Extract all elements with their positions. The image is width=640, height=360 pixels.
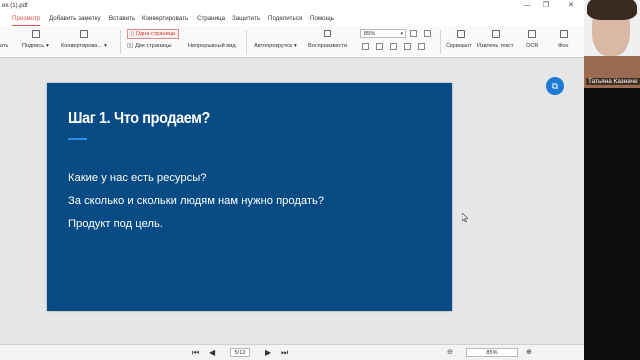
menu-page[interactable]: Страница	[197, 12, 225, 26]
chevron-down-icon: ▾	[400, 31, 403, 37]
slide-text-line: Какие у нас есть ресурсы?	[68, 172, 207, 184]
menu-protect[interactable]: Защитить	[232, 12, 260, 26]
pdf-page: Шаг 1. Что продаем? Какие у нас есть рес…	[47, 83, 452, 311]
one-page-icon: ▯	[131, 31, 135, 37]
extract-text-button[interactable]: Извлечь текст	[477, 43, 513, 49]
hand-tool-button[interactable]: ать	[0, 43, 8, 49]
screenshot-label: Скриншот	[446, 43, 472, 49]
continuous-view-label: Непрерывный вид	[188, 43, 236, 49]
screenshot-button[interactable]: Скриншот	[446, 43, 472, 49]
status-zoom-field[interactable]: 85%	[466, 348, 518, 357]
continuous-view-button[interactable]: Непрерывный вид	[188, 43, 236, 49]
convert-icon	[80, 30, 88, 38]
translate-icon[interactable]: ⧉	[546, 77, 564, 95]
play-button[interactable]: Воспроизвести	[308, 43, 347, 49]
one-page-label: Одна страница	[135, 31, 176, 37]
two-pages-icon: ▯▯	[127, 43, 134, 49]
extract-text-label: Извлечь текст	[477, 43, 514, 49]
webcam-person-hair	[587, 0, 637, 20]
zoom-value: 85%	[364, 31, 376, 37]
window-title: ия (1).pdf	[2, 3, 28, 9]
play-label: Воспроизвести	[308, 43, 348, 49]
toolbar-divider	[120, 30, 121, 54]
signature-icon	[32, 30, 40, 38]
fit-width-button[interactable]	[376, 43, 383, 50]
play-icon	[324, 30, 331, 37]
screenshot-icon	[457, 30, 465, 38]
title-accent-line	[68, 138, 87, 140]
autoscroll-label: Автопрокрутка	[254, 43, 292, 49]
convert-button[interactable]: Конвертирова... ▾	[61, 43, 107, 49]
chevron-down-icon: ▾	[46, 43, 49, 49]
convert-label: Конвертирова...	[61, 43, 103, 49]
menu-share[interactable]: Поделиться	[268, 12, 302, 26]
toolbar-divider	[440, 30, 441, 54]
menu-view[interactable]: Просмотр	[12, 12, 41, 26]
signature-label: Подпись	[22, 43, 45, 49]
pdf-app-window: ия (1).pdf — ❐ ✕ Просмотр Добавить замет…	[0, 0, 584, 360]
first-page-icon[interactable]: ⏮	[192, 348, 199, 357]
title-bar: ия (1).pdf — ❐ ✕	[0, 0, 584, 12]
actual-size-button[interactable]	[390, 43, 397, 50]
signature-button[interactable]: Подпись ▾	[22, 43, 49, 49]
slide-title: Шаг 1. Что продаем?	[68, 110, 210, 127]
zoom-select[interactable]: 85% ▾	[360, 29, 406, 38]
menu-insert[interactable]: Вставить	[109, 12, 135, 26]
hand-tool-label: ать	[0, 43, 9, 49]
menu-bar: Просмотр Добавить заметку Вставить Конве…	[0, 12, 584, 26]
ocr-button[interactable]: OCR	[526, 43, 538, 49]
toolbar: ать Подпись ▾ Конвертирова... ▾ ▯ Одна стр…	[0, 26, 584, 58]
autoscroll-button[interactable]: Автопрокрутка ▾	[254, 43, 297, 49]
extract-text-icon	[492, 30, 500, 38]
chevron-down-icon: ▾	[293, 43, 297, 49]
slide-text-line: Продукт под цель.	[68, 218, 163, 230]
maximize-button[interactable]: ❐	[541, 0, 551, 12]
menu-add-note[interactable]: Добавить заметку	[49, 12, 101, 26]
menu-help[interactable]: Помощь	[310, 12, 334, 26]
slide-text-line: За сколько и скольки людям нам нужно про…	[68, 195, 325, 207]
zoom-in-icon[interactable]: ⊕	[526, 348, 532, 357]
view-options-button[interactable]	[418, 43, 425, 50]
next-page-icon[interactable]: ▶	[265, 348, 271, 357]
minimize-button[interactable]: —	[522, 0, 532, 12]
fit-page-button[interactable]	[362, 43, 369, 50]
zoom-out-button[interactable]	[410, 30, 417, 37]
ocr-icon	[528, 30, 536, 38]
one-page-button[interactable]: ▯ Одна страница	[127, 29, 180, 39]
status-bar: ⏮ ◀ 5/12 ▶ ⏭ ⊖ 85% ⊕	[0, 344, 584, 360]
background-icon	[560, 30, 568, 38]
participant-name: Татьяна Казначе	[586, 78, 640, 85]
menu-convert[interactable]: Конвертировать	[142, 12, 188, 26]
last-page-icon[interactable]: ⏭	[281, 348, 288, 357]
rotate-button[interactable]	[404, 43, 411, 50]
page-number-input[interactable]: 5/12	[230, 348, 250, 357]
ocr-label: OCR	[526, 43, 539, 49]
zoom-in-button[interactable]	[424, 30, 431, 37]
chevron-down-icon: ▾	[104, 43, 107, 49]
mouse-cursor-icon	[462, 213, 468, 222]
close-button[interactable]: ✕	[566, 0, 576, 12]
webcam-video: Татьяна Казначе	[584, 0, 640, 360]
zoom-out-icon[interactable]: ⊖	[447, 348, 453, 357]
background-button[interactable]: Фон	[558, 43, 568, 49]
toolbar-divider	[246, 30, 247, 54]
two-pages-button[interactable]: ▯▯ Две страницы	[127, 43, 172, 49]
background-label: Фон	[558, 43, 569, 49]
prev-page-icon[interactable]: ◀	[209, 348, 215, 357]
two-pages-label: Две страницы	[135, 43, 172, 49]
